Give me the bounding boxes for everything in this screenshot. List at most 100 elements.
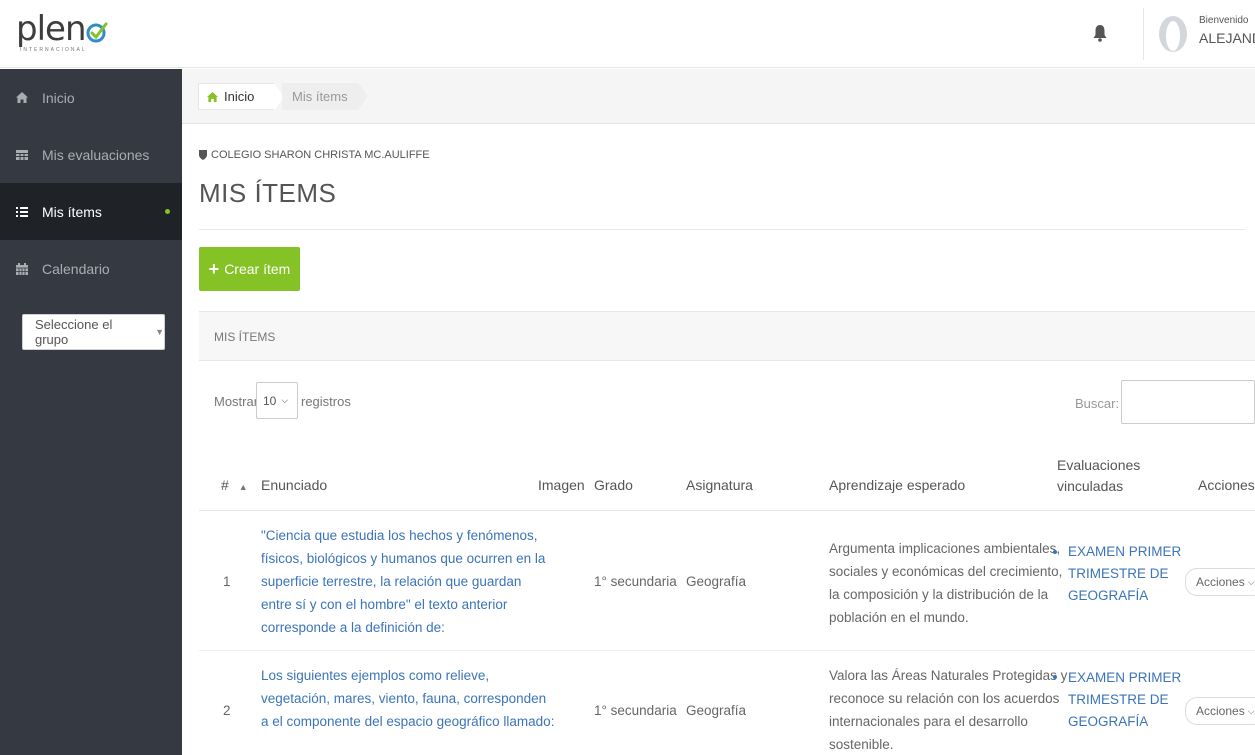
- calendar-icon: [12, 262, 32, 275]
- column-header-aprendizaje[interactable]: Aprendizaje esperado: [829, 477, 965, 493]
- enunciado-line: superficie terrestre, la relación que gu…: [261, 574, 522, 589]
- evaluacion-line: GEOGRAFÍA: [1068, 588, 1149, 603]
- list-icon: [12, 206, 32, 217]
- actions-dropdown[interactable]: Acciones ⌵: [1185, 697, 1255, 725]
- aprendizaje-line: reconoce su relación con los acuerdos: [829, 691, 1060, 706]
- aprendizaje-line: sostenible.: [829, 737, 894, 752]
- breadcrumb-current: Mis ítems: [282, 83, 368, 110]
- enunciado-line: entre sí y con el hombre" el texto anter…: [261, 597, 508, 612]
- evaluacion-line: EXAMEN PRIMER: [1068, 670, 1182, 685]
- enunciado-line: vegetación, mares, viento, fauna, corres…: [261, 691, 547, 706]
- aprendizaje-line: población en el mundo.: [829, 610, 969, 625]
- sort-asc-icon: ▲: [238, 482, 248, 492]
- column-header-imagen[interactable]: Imagen: [538, 477, 585, 493]
- logo-check-icon: [86, 22, 107, 43]
- enunciado-line: físicos, biológicos y humanos que ocurre…: [261, 551, 546, 566]
- evaluacion-line: EXAMEN PRIMER: [1068, 544, 1182, 559]
- evaluacion-line: GEOGRAFÍA: [1068, 714, 1149, 729]
- asignatura-cell: Geografía: [686, 574, 747, 589]
- aprendizaje-line: la composición y la distribución de la: [829, 587, 1049, 602]
- sidebar-item-label: Inicio: [42, 89, 75, 106]
- evaluacion-link[interactable]: EXAMEN PRIMER TRIMESTRE DE GEOGRAFÍA: [1068, 667, 1181, 733]
- actions-label: Acciones: [1196, 575, 1245, 589]
- sidebar-item-inicio[interactable]: Inicio: [0, 69, 182, 126]
- breadcrumb-home[interactable]: Inicio: [198, 83, 285, 111]
- aprendizaje-cell: Argumenta implicaciones ambientales, soc…: [829, 537, 1062, 629]
- enunciado-line: corresponde a la definición de:: [261, 620, 445, 635]
- page-title: MIS ÍTEMS: [199, 178, 337, 208]
- search-label: Buscar:: [1075, 396, 1120, 411]
- panel-header: MIS ÍTEMS: [199, 311, 1255, 361]
- home-icon: [207, 91, 218, 102]
- logo-subtitle: INTERNACIONAL: [20, 47, 87, 53]
- bell-icon[interactable]: [1093, 24, 1107, 42]
- enunciado-line: Los siguientes ejemplos como relieve,: [261, 668, 490, 683]
- row-number: 2: [223, 703, 231, 718]
- row-divider: [199, 650, 1255, 651]
- logo-wordmark: plen: [16, 9, 86, 49]
- sidebar-item-label: Mis ítems: [42, 203, 102, 220]
- group-select-value: Seleccione el grupo: [35, 317, 113, 347]
- grado-cell: 1° secundaria: [594, 703, 677, 718]
- actions-label: Acciones: [1196, 704, 1245, 718]
- create-item-label: Crear ítem: [224, 261, 291, 277]
- header-divider: [1143, 8, 1144, 60]
- chevron-down-icon: ⌵: [281, 395, 289, 405]
- column-header-evaluaciones[interactable]: Evaluaciones vinculadas: [1057, 455, 1140, 497]
- group-select[interactable]: Seleccione el grupo ▼: [22, 314, 165, 350]
- evaluacion-line: TRIMESTRE DE: [1068, 692, 1169, 707]
- pleno-logo[interactable]: plen INTERNACIONAL: [16, 12, 108, 53]
- sidebar-item-label: Mis evaluaciones: [42, 146, 150, 163]
- breadcrumb-current-label: Mis ítems: [292, 89, 348, 104]
- search-input[interactable]: [1121, 380, 1255, 424]
- column-header-enunciado[interactable]: Enunciado: [261, 477, 327, 493]
- chevron-down-icon: ⌵: [1247, 705, 1255, 716]
- aprendizaje-cell: Valora las Áreas Naturales Protegidas y …: [829, 664, 1067, 755]
- sidebar-item-label: Calendario: [42, 260, 110, 277]
- aprendizaje-line: sociales y económicas del crecimiento,: [829, 564, 1063, 579]
- column-header-num-label: #: [221, 477, 229, 493]
- active-indicator: [165, 209, 170, 214]
- evaluacion-link[interactable]: EXAMEN PRIMER TRIMESTRE DE GEOGRAFÍA: [1068, 541, 1181, 607]
- column-header-num[interactable]: # ▲: [221, 477, 248, 493]
- enunciado-link[interactable]: Los siguientes ejemplos como relieve, ve…: [261, 664, 554, 733]
- divider: [199, 229, 1245, 230]
- table-header-divider: [199, 510, 1255, 511]
- sidebar-item-mis-evaluaciones[interactable]: Mis evaluaciones: [0, 126, 182, 183]
- breadcrumb: Inicio Mis ítems: [182, 69, 1255, 124]
- column-header-evaluaciones-line2: vinculadas: [1057, 478, 1124, 494]
- column-header-acciones: Acciones: [1198, 477, 1255, 493]
- caret-down-icon: ▼: [155, 327, 164, 337]
- page-length-value: 10: [263, 393, 277, 408]
- shield-icon: [199, 150, 207, 160]
- aprendizaje-line: internacionales para el desarrollo: [829, 714, 1028, 729]
- show-label: Mostrar: [214, 394, 259, 409]
- enunciado-link[interactable]: "Ciencia que estudia los hechos y fenóme…: [261, 524, 545, 639]
- plus-icon: +: [208, 258, 220, 279]
- sidebar: Inicio Mis evaluaciones Mis ítems Calend…: [0, 69, 182, 755]
- top-header: plen INTERNACIONAL Bienvenido ALEJAND: [0, 0, 1255, 68]
- actions-dropdown[interactable]: Acciones ⌵: [1185, 568, 1255, 596]
- bullet-icon: [1053, 550, 1057, 554]
- aprendizaje-line: Argumenta implicaciones ambientales,: [829, 541, 1061, 556]
- grado-cell: 1° secundaria: [594, 574, 677, 589]
- column-header-asignatura[interactable]: Asignatura: [686, 477, 753, 493]
- page-length-select[interactable]: 10 ⌵: [256, 382, 298, 419]
- enunciado-line: a el componente del espacio geográfico l…: [261, 714, 555, 729]
- user-name[interactable]: ALEJAND: [1199, 30, 1255, 46]
- column-header-evaluaciones-line1: Evaluaciones: [1057, 457, 1141, 473]
- avatar[interactable]: [1157, 14, 1189, 54]
- column-header-grado[interactable]: Grado: [594, 477, 633, 493]
- table-icon: [12, 149, 32, 160]
- school-name: COLEGIO SHARON CHRISTA MC.AULIFFE: [199, 149, 430, 161]
- row-number: 1: [223, 574, 231, 589]
- chevron-down-icon: ⌵: [1247, 576, 1255, 587]
- evaluacion-line: TRIMESTRE DE: [1068, 566, 1169, 581]
- aprendizaje-line: Valora las Áreas Naturales Protegidas y: [829, 668, 1068, 683]
- sidebar-item-calendario[interactable]: Calendario: [0, 240, 182, 297]
- bullet-icon: [1053, 675, 1057, 679]
- records-label: registros: [301, 394, 351, 409]
- asignatura-cell: Geografía: [686, 703, 747, 718]
- create-item-button[interactable]: + Crear ítem: [199, 247, 300, 291]
- sidebar-item-mis-items[interactable]: Mis ítems: [0, 183, 182, 240]
